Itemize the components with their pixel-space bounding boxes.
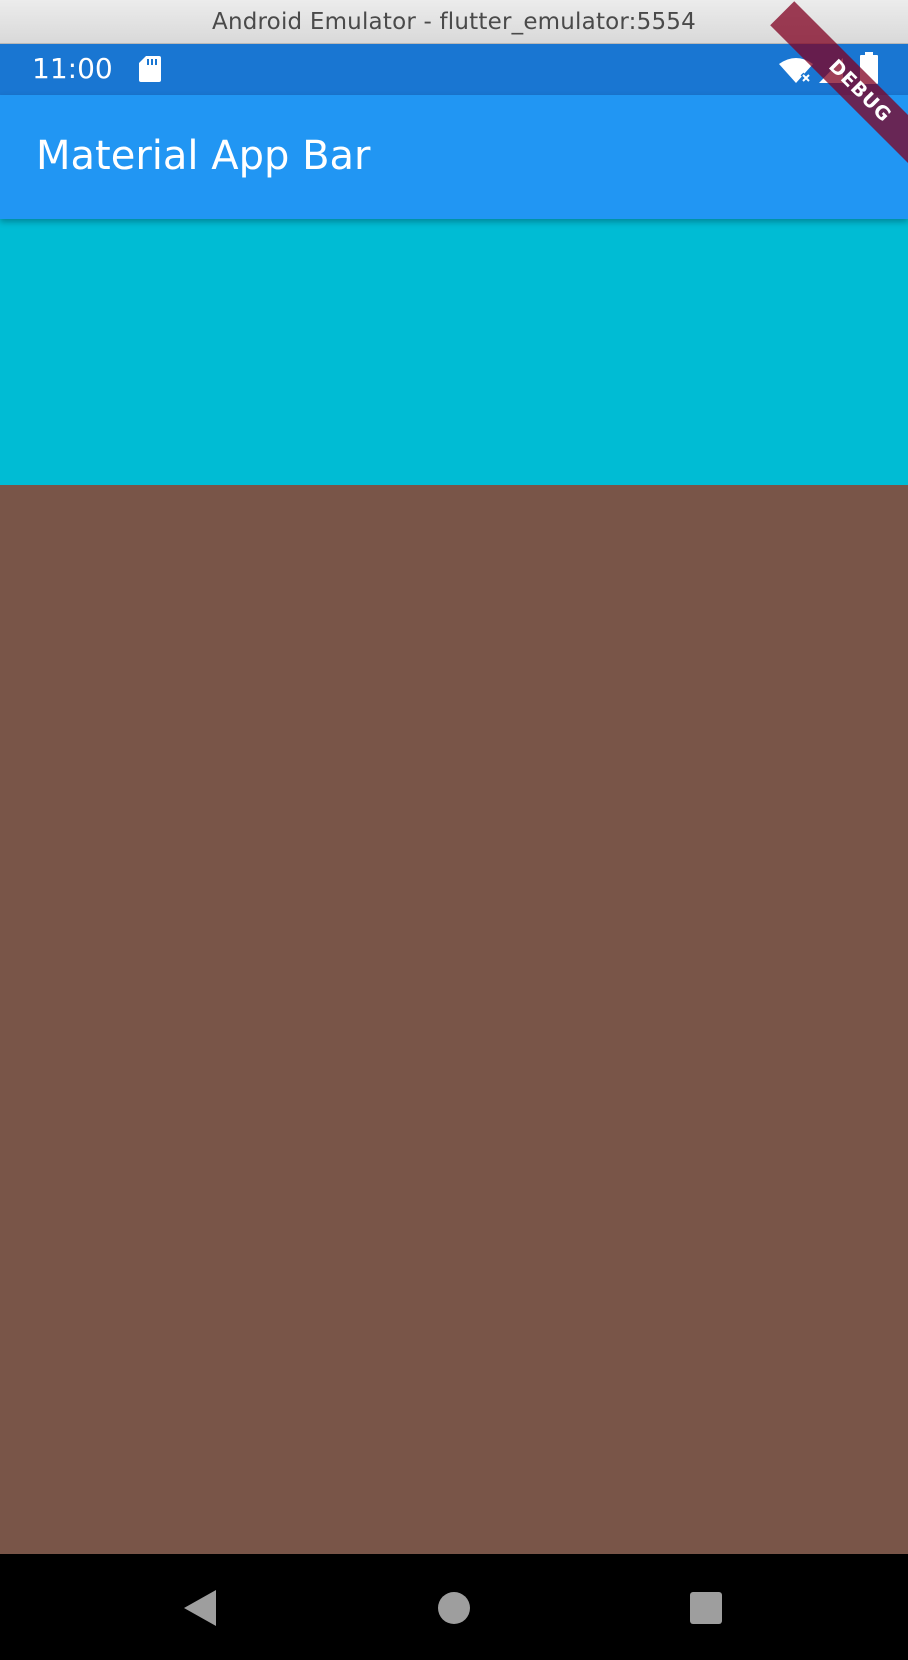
home-icon <box>438 1592 470 1624</box>
back-icon <box>184 1590 216 1626</box>
window-title: Android Emulator - flutter_emulator:5554 <box>212 8 696 35</box>
navigation-bar <box>0 1554 908 1660</box>
emulator-window: Android Emulator - flutter_emulator:5554… <box>0 0 908 1660</box>
device-screen: 11:00 Material App Bar DEBUG <box>0 1 908 1660</box>
status-time: 11:00 <box>32 52 113 85</box>
recents-icon <box>690 1592 722 1624</box>
app-body <box>0 219 908 1554</box>
sd-card-icon <box>139 56 161 82</box>
app-bar: Material App Bar <box>0 95 908 219</box>
back-button[interactable] <box>178 1586 222 1630</box>
app-bar-title: Material App Bar <box>36 133 371 179</box>
status-bar: 11:00 <box>0 44 908 95</box>
cyan-container <box>0 219 908 485</box>
home-button[interactable] <box>432 1586 476 1630</box>
brown-container <box>0 485 908 1554</box>
recents-button[interactable] <box>684 1586 728 1630</box>
